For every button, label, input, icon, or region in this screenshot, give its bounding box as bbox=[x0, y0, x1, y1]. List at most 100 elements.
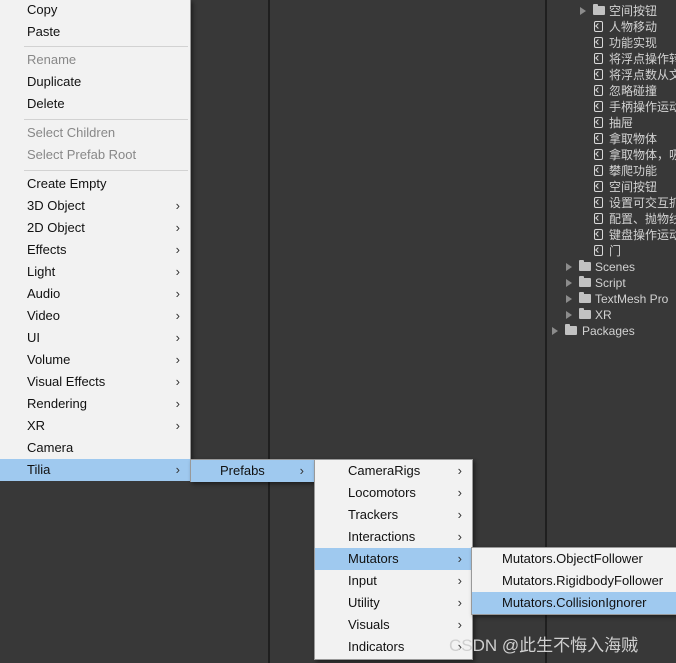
script-icon bbox=[594, 229, 603, 240]
menu-item-camera[interactable]: Camera bbox=[0, 437, 190, 459]
menu-item-volume[interactable]: Volume › bbox=[0, 349, 190, 371]
tree-folder[interactable]: Scenes bbox=[548, 259, 676, 275]
tree-script[interactable]: 配置、抛物线 bbox=[548, 211, 676, 227]
tree-script[interactable]: 拿取物体，吸 bbox=[548, 147, 676, 163]
tree-script[interactable]: 将浮点数从文 bbox=[548, 67, 676, 83]
tree-item-label: 人物移动 bbox=[609, 20, 658, 34]
menu-item-visual-effects[interactable]: Visual Effects › bbox=[0, 371, 190, 393]
menu-item-video[interactable]: Video › bbox=[0, 305, 190, 327]
menu-item-label: Visuals bbox=[348, 617, 390, 632]
tree-item-label: 将浮点操作转 bbox=[609, 52, 676, 66]
tree-script[interactable]: 忽略碰撞 bbox=[548, 83, 676, 99]
chevron-right-icon: › bbox=[299, 463, 304, 478]
tree-folder[interactable]: Script bbox=[548, 275, 676, 291]
tree-script[interactable]: 抽屉 bbox=[548, 115, 676, 131]
menu-item-ui[interactable]: UI › bbox=[0, 327, 190, 349]
menu-item-label: Delete bbox=[27, 96, 65, 111]
menu-item-effects[interactable]: Effects › bbox=[0, 239, 190, 261]
tree-root-packages[interactable]: Packages bbox=[548, 323, 676, 339]
chevron-right-icon: › bbox=[175, 352, 180, 367]
menu-item-label: XR bbox=[27, 418, 46, 433]
menu-item-mutators-objectfollower[interactable]: Mutators.ObjectFollower bbox=[472, 548, 676, 570]
menu-item-label: Mutators.ObjectFollower bbox=[502, 551, 643, 566]
tree-script[interactable]: 攀爬功能 bbox=[548, 163, 676, 179]
menu-item-label: Copy bbox=[27, 2, 58, 17]
menu-item-mutators[interactable]: Mutators › bbox=[315, 548, 472, 570]
menu-item-label: Effects bbox=[27, 242, 67, 257]
menu-item-copy[interactable]: Copy bbox=[0, 0, 190, 21]
menu-item-mutators-collisionignorer[interactable]: Mutators.CollisionIgnorer bbox=[472, 592, 676, 614]
chevron-right-icon: › bbox=[457, 507, 462, 522]
menu-item-label: Interactions bbox=[348, 529, 416, 544]
expand-arrow-icon[interactable] bbox=[580, 7, 586, 15]
script-icon bbox=[594, 53, 603, 64]
menu-item-prefabs[interactable]: Prefabs › bbox=[191, 460, 314, 482]
chevron-right-icon: › bbox=[175, 286, 180, 301]
tree-folder[interactable]: XR bbox=[548, 307, 676, 323]
tree-item-label: 键盘操作运动 bbox=[609, 228, 676, 242]
folder-icon bbox=[579, 260, 591, 271]
tilia-submenu: Prefabs › bbox=[190, 459, 315, 482]
expand-arrow-icon[interactable] bbox=[566, 295, 572, 303]
menu-item-duplicate[interactable]: Duplicate bbox=[0, 71, 190, 93]
tree-script[interactable]: 手柄操作运动 bbox=[548, 99, 676, 115]
menu-item-interactions[interactable]: Interactions › bbox=[315, 526, 472, 548]
menu-item-xr[interactable]: XR › bbox=[0, 415, 190, 437]
script-icon bbox=[594, 117, 603, 128]
tree-script[interactable]: 拿取物体 bbox=[548, 131, 676, 147]
chevron-right-icon: › bbox=[175, 220, 180, 235]
menu-item-camerarigs[interactable]: CameraRigs › bbox=[315, 460, 472, 482]
expand-arrow-icon[interactable] bbox=[566, 263, 572, 271]
tree-folder[interactable]: TextMesh Pro bbox=[548, 291, 676, 307]
script-icon bbox=[594, 21, 603, 32]
tree-folder[interactable]: 空间按钮 bbox=[548, 3, 676, 19]
menu-item-2d-object[interactable]: 2D Object › bbox=[0, 217, 190, 239]
script-icon bbox=[594, 197, 603, 208]
panel-divider bbox=[268, 0, 270, 663]
menu-item-label: Paste bbox=[27, 24, 61, 39]
menu-item-locomotors[interactable]: Locomotors › bbox=[315, 482, 472, 504]
tree-script[interactable]: 人物移动 bbox=[548, 19, 676, 35]
expand-arrow-icon[interactable] bbox=[566, 311, 572, 319]
menu-item-label: Rendering bbox=[27, 396, 87, 411]
chevron-right-icon: › bbox=[457, 595, 462, 610]
project-tree: 空间按钮 人物移动 功能实现 将浮点操作转 将浮点数从文 忽略碰撞 手柄操作运动 抽屉 拿取物体… bbox=[548, 0, 676, 345]
tree-script[interactable]: 键盘操作运动 bbox=[548, 227, 676, 243]
menu-item-paste[interactable]: Paste bbox=[0, 21, 190, 43]
chevron-right-icon: › bbox=[175, 264, 180, 279]
menu-item-trackers[interactable]: Trackers › bbox=[315, 504, 472, 526]
expand-arrow-icon[interactable] bbox=[552, 327, 558, 335]
tree-item-label: 门 bbox=[609, 244, 622, 258]
menu-item-label: Create Empty bbox=[27, 176, 107, 191]
tree-item-label: 功能实现 bbox=[609, 36, 658, 50]
menu-item-utility[interactable]: Utility › bbox=[315, 592, 472, 614]
chevron-right-icon: › bbox=[175, 198, 180, 213]
chevron-right-icon: › bbox=[175, 418, 180, 433]
tree-item-label: 将浮点数从文 bbox=[609, 68, 676, 82]
menu-item-label: Utility bbox=[348, 595, 380, 610]
folder-icon bbox=[593, 4, 605, 15]
menu-item-light[interactable]: Light › bbox=[0, 261, 190, 283]
tree-script[interactable]: 门 bbox=[548, 243, 676, 259]
menu-item-3d-object[interactable]: 3D Object › bbox=[0, 195, 190, 217]
folder-icon bbox=[579, 292, 591, 303]
chevron-right-icon: › bbox=[457, 485, 462, 500]
folder-icon bbox=[579, 308, 591, 319]
menu-item-input[interactable]: Input › bbox=[315, 570, 472, 592]
menu-item-tilia[interactable]: Tilia › bbox=[0, 459, 190, 481]
watermark: CSDN @此生不悔入海贼 bbox=[449, 636, 639, 655]
menu-item-audio[interactable]: Audio › bbox=[0, 283, 190, 305]
tree-script[interactable]: 空间按钮 bbox=[548, 179, 676, 195]
menu-item-rendering[interactable]: Rendering › bbox=[0, 393, 190, 415]
menu-item-create-empty[interactable]: Create Empty bbox=[0, 173, 190, 195]
menu-item-mutators-rigidbodyfollower[interactable]: Mutators.RigidbodyFollower bbox=[472, 570, 676, 592]
menu-item-delete[interactable]: Delete bbox=[0, 93, 190, 115]
tree-script[interactable]: 功能实现 bbox=[548, 35, 676, 51]
menu-separator bbox=[24, 170, 188, 171]
tree-script[interactable]: 设置可交互抓 bbox=[548, 195, 676, 211]
script-icon bbox=[594, 245, 603, 256]
tree-script[interactable]: 将浮点操作转 bbox=[548, 51, 676, 67]
expand-arrow-icon[interactable] bbox=[566, 279, 572, 287]
menu-item-select-prefab-root: Select Prefab Root bbox=[0, 144, 190, 166]
menu-item-rename: Rename bbox=[0, 49, 190, 71]
